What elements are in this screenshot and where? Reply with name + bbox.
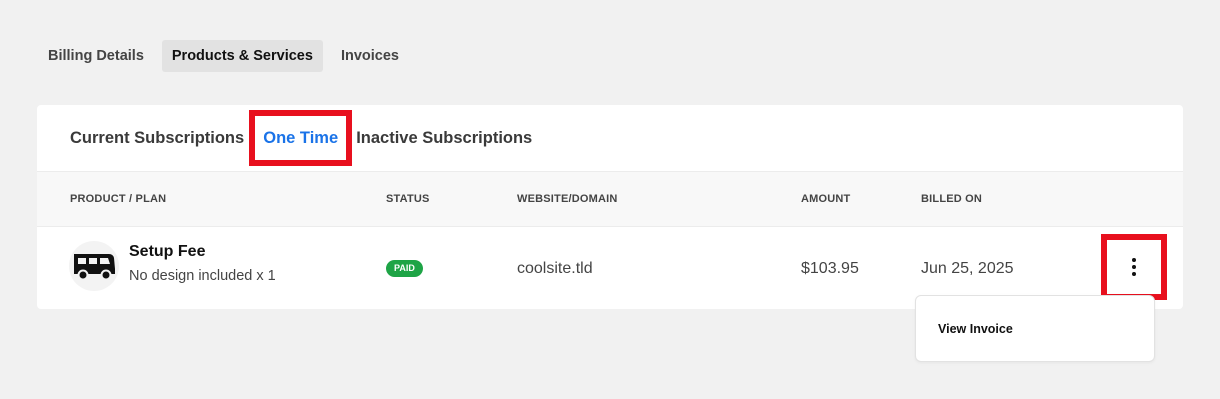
website-domain: coolsite.tld: [517, 260, 593, 277]
subscriptions-card: Current Subscriptions One Time Inactive …: [37, 105, 1183, 309]
tab-invoices[interactable]: Invoices: [331, 40, 409, 72]
product-name: Setup Fee: [129, 243, 206, 260]
row-actions-dropdown: View Invoice: [915, 295, 1155, 362]
tab-one-time[interactable]: One Time: [249, 110, 353, 166]
kebab-menu-icon: [1132, 258, 1136, 276]
top-tabs: Billing Details Products & Services Invo…: [38, 40, 417, 72]
row-actions-button[interactable]: [1101, 234, 1167, 300]
table-header: PRODUCT / PLAN STATUS WEBSITE/DOMAIN AMO…: [37, 171, 1183, 227]
billed-on-value: Jun 25, 2025: [921, 260, 1014, 277]
header-billed-on: BILLED ON: [921, 193, 983, 205]
status-badge: PAID: [386, 260, 423, 277]
tab-current-subscriptions[interactable]: Current Subscriptions: [70, 129, 244, 148]
tab-billing-details[interactable]: Billing Details: [38, 40, 154, 72]
amount-value: $103.95: [801, 260, 859, 277]
view-invoice-menu-item[interactable]: View Invoice: [938, 322, 1013, 336]
header-product-plan: PRODUCT / PLAN: [70, 193, 167, 205]
tab-products-services[interactable]: Products & Services: [161, 40, 323, 72]
subscription-tabs: Current Subscriptions One Time Inactive …: [70, 105, 532, 171]
van-icon: [69, 241, 119, 291]
product-description: No design included x 1: [129, 268, 276, 284]
tab-inactive-subscriptions[interactable]: Inactive Subscriptions: [356, 129, 532, 148]
header-amount: AMOUNT: [801, 193, 851, 205]
header-website-domain: WEBSITE/DOMAIN: [517, 193, 618, 205]
header-status: STATUS: [386, 193, 430, 205]
